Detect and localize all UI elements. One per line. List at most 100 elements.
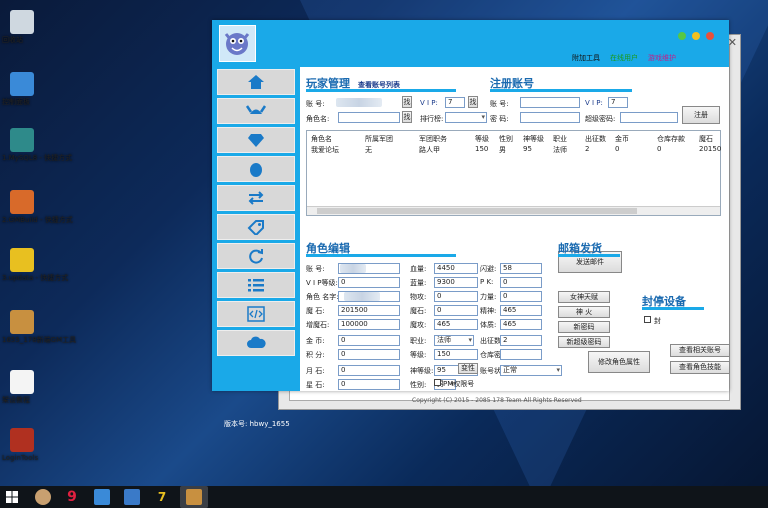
left-field-6[interactable]: 0 [338,349,400,360]
taskbar-app-9-icon[interactable]: 9 [64,489,80,505]
grid-header[interactable]: 军团职务 [419,134,447,144]
right-field-1[interactable]: 0 [500,277,542,288]
modify-role-button[interactable]: 修改角色属性 [588,351,650,373]
grid-hscroll[interactable] [307,206,720,215]
left-field-8[interactable]: 0 [338,379,400,390]
register-button[interactable]: 注册 [682,106,720,124]
grid-header[interactable]: 等级 [475,134,489,144]
maintenance-link[interactable]: 游戏维护 [648,53,676,63]
desktop-icon[interactable]: 控制面板 [2,72,42,106]
grid-header[interactable]: 金币 [615,134,629,144]
vip-input[interactable]: 7 [445,97,465,108]
reg-password-input[interactable] [520,112,580,123]
left-field-4[interactable]: 100000 [338,319,400,330]
view-role-skills-button[interactable]: 查看角色技能 [670,361,730,374]
nav-diamond[interactable] [217,127,295,153]
left-label: 增魔石: [306,321,330,329]
grid-cell: 95 [523,145,532,153]
nav-code[interactable] [217,301,295,327]
desktop-icon[interactable]: 3.updata - 快捷方式 [2,248,68,282]
view-related-accounts-button[interactable]: 查看相关账号 [670,344,730,357]
grid-header[interactable]: 出征数 [585,134,606,144]
desktop-icon[interactable]: LoginTools [2,428,42,462]
pm-checkbox[interactable] [434,379,441,386]
reg-vip-input[interactable]: 7 [608,97,628,108]
right-field-4[interactable]: 465 [500,319,542,330]
find-account-button[interactable]: 找 [402,96,412,108]
god-talent-button[interactable]: 女神天赋 [558,291,610,303]
reg-account-input[interactable] [520,97,580,108]
taskbar-app-4-icon[interactable] [124,489,140,505]
desktop-icon[interactable]: 回收站 [2,10,42,44]
windows-start-icon[interactable] [6,491,18,503]
online-users-link[interactable]: 在线用户 [610,53,638,63]
nav-egg[interactable] [217,156,295,182]
transfer-button[interactable]: 变性 [458,363,478,374]
mid-field-5[interactable]: 法师 [434,335,474,346]
right-field-2[interactable]: 0 [500,291,542,302]
right-field-5[interactable]: 2 [500,335,542,346]
grid-header[interactable]: 魔石 [699,134,713,144]
right-field-7[interactable]: 正常 [500,365,562,376]
left-label: 账 号: [306,265,325,273]
new-super-password-button[interactable]: 新超级密码 [558,336,610,348]
find-role-button[interactable]: 找 [402,111,412,123]
grid-header[interactable]: 神等级 [523,134,544,144]
desktop-icon-label: 架设教程 [2,396,30,404]
left-field-5[interactable]: 0 [338,335,400,346]
nav-viking[interactable] [217,98,295,124]
mid-field-0[interactable]: 4450 [434,263,478,274]
right-field-0[interactable]: 58 [500,263,542,274]
view-account-list-link[interactable]: 查看账号列表 [358,80,400,90]
grid-header[interactable]: 仓库存款 [657,134,685,144]
mid-field-3[interactable]: 0 [434,305,478,316]
left-field-3[interactable]: 201500 [338,305,400,316]
desktop-icon[interactable]: 1.MySQL8 - 快捷方式 [2,128,72,162]
nav-home[interactable] [217,69,295,95]
app-logo [219,25,256,62]
mid-field-2[interactable]: 0 [434,291,478,302]
taskbar-gm-tool-icon[interactable] [186,489,202,505]
divine-fire-button[interactable]: 神 火 [558,306,610,318]
right-field-3[interactable]: 465 [500,305,542,316]
role-name-input[interactable] [338,112,400,123]
ban-checkbox[interactable] [644,316,651,323]
tools-link[interactable]: 附加工具 [572,53,600,63]
desktop-icon[interactable]: 1655_178新端GM工具 [2,310,76,344]
desktop-icon[interactable]: 架设教程 [2,370,42,404]
mid-label: 蓝量: [410,279,427,287]
new-password-button[interactable]: 新密码 [558,321,610,333]
nav-cloud[interactable] [217,330,295,356]
mid-field-1[interactable]: 9300 [434,277,478,288]
cloud-icon [247,336,266,348]
window-yellow-dot[interactable] [692,32,700,40]
taskbar-app-7-icon[interactable]: 7 [154,489,170,505]
taskbar-app-1-icon[interactable] [35,489,51,505]
nav-transfer[interactable] [217,185,295,211]
mid-field-4[interactable]: 465 [434,319,478,330]
taskbar-app-3-icon[interactable] [94,489,110,505]
find-vip-button[interactable]: 找 [468,96,478,108]
left-field-7[interactable]: 0 [338,365,400,376]
reg-super-pw-input[interactable] [620,112,678,123]
copyright: Copyright (C) 2015 - 2085 178 Team All R… [412,397,582,404]
grid-cell: 我爱论坛 [311,146,339,154]
right-field-6[interactable] [500,349,542,360]
desktop-icon-label: 控制面板 [2,98,30,106]
transfer-arrows-icon [248,191,264,205]
rank-select[interactable] [445,112,487,123]
mid-field-6[interactable]: 150 [434,349,478,360]
role-name-blur [344,292,380,301]
grid-header[interactable]: 性别 [499,134,513,144]
desktop-icon[interactable]: 2.GMBuild - 快捷方式 [2,190,73,224]
window-green-dot[interactable] [678,32,686,40]
window-red-dot[interactable] [706,32,714,40]
nav-tag[interactable] [217,214,295,240]
table-row[interactable]: 我爱论坛 无 路人甲 150 男 95 法师 2 0 0 20150 [307,145,721,156]
grid-header[interactable]: 角色名 [311,134,332,144]
nav-refresh[interactable] [217,243,295,269]
grid-header[interactable]: 所属军团 [365,134,393,144]
grid-header[interactable]: 职业 [553,134,567,144]
nav-list[interactable] [217,272,295,298]
left-field-1[interactable]: 0 [338,277,400,288]
